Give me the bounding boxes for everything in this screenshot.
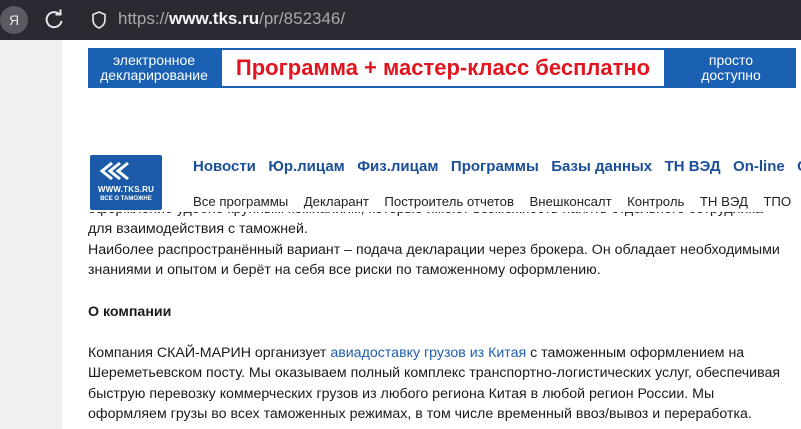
subnav-declarant[interactable]: Декларант: [304, 194, 369, 209]
article-line: знаниями и опытом и берёт на себя все ри…: [88, 262, 601, 279]
reload-icon[interactable]: [42, 8, 66, 32]
chevrons-icon: [99, 161, 129, 181]
section-heading: О компании: [88, 303, 172, 320]
banner-right: просто доступно: [666, 48, 796, 88]
nav-databases[interactable]: Базы данных: [551, 158, 652, 175]
banner-right-line2: доступно: [701, 67, 761, 83]
article-text: Компания СКАЙ-МАРИН организует: [88, 345, 331, 362]
subnav-report-builder[interactable]: Построитель отчетов: [384, 194, 514, 209]
url-path: /pr/852346/: [259, 9, 346, 28]
article-line: оформляем грузы во всех таможенных режим…: [88, 406, 752, 423]
nav-individuals[interactable]: Физ.лицам: [357, 158, 438, 175]
sub-nav: Все программы Декларант Построитель отче…: [193, 193, 801, 211]
subnav-tnved[interactable]: ТН ВЭД: [700, 194, 748, 209]
main-nav: Новости Юр.лицам Физ.лицам Программы Баз…: [193, 158, 801, 176]
article-body: оформление удобно крупным компаниям, кот…: [88, 199, 788, 425]
web-page: электронное декларирование Программа + м…: [62, 40, 801, 429]
url-prefix: https://: [118, 9, 170, 28]
air-delivery-link[interactable]: авиадоставку грузов из Китая: [330, 345, 526, 361]
subnav-tpo[interactable]: ТПО: [763, 194, 791, 209]
logo-subtitle: ВСЕ О ТАМОЖНЕ: [100, 196, 152, 202]
nav-legal-entities[interactable]: Юр.лицам: [268, 158, 344, 175]
yandex-button[interactable]: Я: [0, 6, 28, 34]
banner-right-line1: просто: [708, 52, 754, 68]
article-line: быструю перевозку коммерческих грузов из…: [88, 385, 715, 402]
url-domain: www.tks.ru: [169, 9, 260, 28]
url-text[interactable]: https://www.tks.ru/pr/852346/: [118, 9, 345, 29]
banner-left-line1: электронное: [112, 52, 196, 68]
nav-news[interactable]: Новости: [193, 158, 256, 175]
article-line: Компания СКАЙ-МАРИН организует авиадоста…: [88, 343, 788, 363]
banner-left-line2: декларирование: [100, 67, 208, 83]
article-text: с таможенным оформлением на: [526, 345, 745, 362]
subnav-all-programs[interactable]: Все программы: [193, 194, 288, 209]
site-header: WWW.TKS.RU ВСЕ О ТАМОЖНЕ Новости Юр.лица…: [62, 149, 801, 212]
subnav-vneshkonsalt[interactable]: Внешконсалт: [529, 194, 611, 209]
article-line: для взаимодействия с таможней.: [88, 221, 308, 238]
nav-programs[interactable]: Программы: [451, 158, 539, 175]
ad-banner[interactable]: электронное декларирование Программа + м…: [88, 48, 796, 88]
subnav-control[interactable]: Контроль: [627, 194, 684, 209]
banner-headline: Программа + мастер-класс бесплатно: [222, 50, 664, 86]
logo-title: WWW.TKS.RU: [97, 185, 155, 194]
nav-online[interactable]: On-line: [733, 158, 785, 175]
nav-more[interactable]: С: [797, 158, 801, 175]
site-logo[interactable]: WWW.TKS.RU ВСЕ О ТАМОЖНЕ: [90, 155, 162, 210]
article-line: Наиболее распространённый вариант – пода…: [88, 241, 780, 258]
browser-toolbar: Я https://www.tks.ru/pr/852346/: [0, 0, 801, 40]
article-line: Шереметьевском посту. Мы оказываем полны…: [88, 365, 781, 382]
shield-icon[interactable]: [89, 10, 109, 30]
banner-left: электронное декларирование: [88, 48, 220, 88]
nav-tnved[interactable]: ТН ВЭД: [665, 158, 721, 175]
